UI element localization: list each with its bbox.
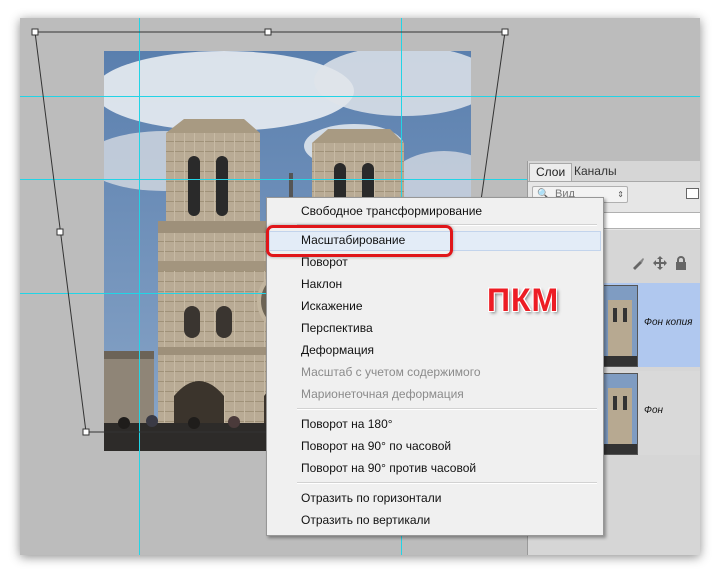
annotation-label: ПКМ xyxy=(487,282,560,318)
lock-row xyxy=(628,256,700,274)
tab-layers[interactable]: Слои xyxy=(529,163,573,181)
layer-thumbnail xyxy=(602,373,638,455)
layer-row-background-copy[interactable]: Фон копия xyxy=(600,283,700,367)
menu-separator xyxy=(297,408,597,410)
menu-item-puppet-warp: Марионеточная деформация xyxy=(301,387,464,401)
menu-separator xyxy=(297,482,597,484)
blend-mode-select[interactable] xyxy=(602,212,700,229)
layer-name: Фон копия xyxy=(644,317,693,328)
lock-pixels-brush-icon[interactable] xyxy=(631,256,645,273)
menu-item-warp[interactable]: Деформация xyxy=(301,340,374,360)
image-filter-icon[interactable] xyxy=(686,188,699,199)
menu-item-flip-vertical[interactable]: Отразить по вертикали xyxy=(301,510,430,530)
menu-item-rotate-90-ccw[interactable]: Поворот на 90° против часовой xyxy=(301,458,476,478)
menu-item-content-aware-scale: Масштаб с учетом содержимого xyxy=(301,365,481,379)
menu-item-rotate-180[interactable]: Поворот на 180° xyxy=(301,414,393,434)
chevron-updown-icon: ⇕ xyxy=(617,190,624,199)
menu-item-skew[interactable]: Наклон xyxy=(301,274,342,294)
annotation-highlight-ring xyxy=(266,225,453,257)
lock-all-icon[interactable] xyxy=(675,256,687,273)
menu-item-distort[interactable]: Искажение xyxy=(301,296,363,316)
menu-item-perspective[interactable]: Перспектива xyxy=(301,318,373,338)
layer-thumbnail xyxy=(602,285,638,367)
menu-item-flip-horizontal[interactable]: Отразить по горизонтали xyxy=(301,488,441,508)
lock-position-move-icon[interactable] xyxy=(653,256,667,273)
layer-row-background[interactable]: Фон xyxy=(600,371,700,455)
menu-item-rotate-90-cw[interactable]: Поворот на 90° по часовой xyxy=(301,436,451,456)
tab-channels[interactable]: Каналы xyxy=(568,163,623,180)
menu-item-free-transform[interactable]: Свободное трансформирование xyxy=(301,201,482,221)
layer-name: Фон xyxy=(644,405,664,416)
